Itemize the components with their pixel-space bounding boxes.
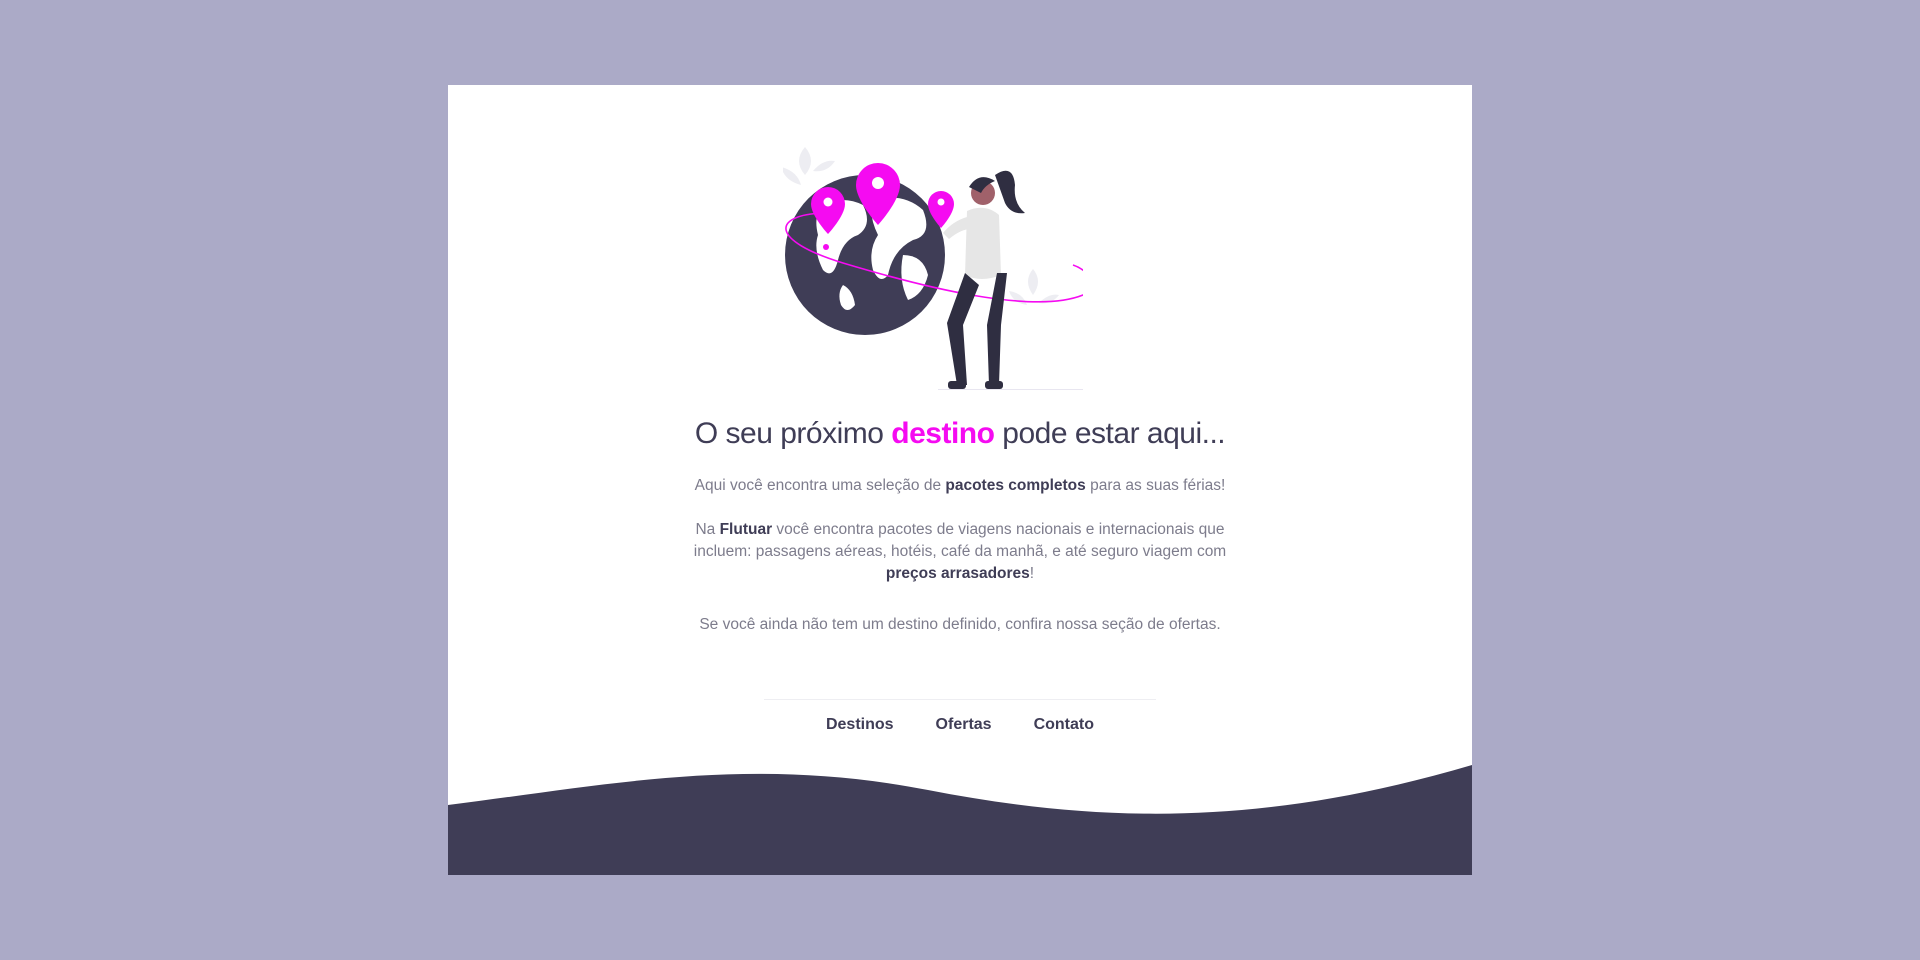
footer-wave [448, 765, 1472, 875]
title-accent: destino [891, 417, 995, 450]
description-paragraph: Na Flutuar você encontra pacotes de viag… [693, 521, 1227, 582]
nav-link-contato[interactable]: Contato [1034, 716, 1094, 734]
brand-name: Flutuar [719, 521, 773, 538]
travel-illustration [783, 147, 1083, 390]
nav-link-ofertas[interactable]: Ofertas [936, 716, 992, 734]
divider [764, 699, 1156, 700]
intro-paragraph: Aqui você encontra uma seleção de pacote… [694, 477, 1226, 494]
woman-traveler-icon [938, 170, 1083, 390]
footer-nav: Destinos Ofertas Contato [448, 716, 1472, 734]
nav-link-destinos[interactable]: Destinos [826, 716, 894, 734]
page-title: O seu próximo destino pode estar aqui... [694, 417, 1226, 450]
content-card: O seu próximo destino pode estar aqui...… [448, 85, 1472, 875]
offers-paragraph: Se você ainda não tem um destino definid… [699, 616, 1221, 633]
